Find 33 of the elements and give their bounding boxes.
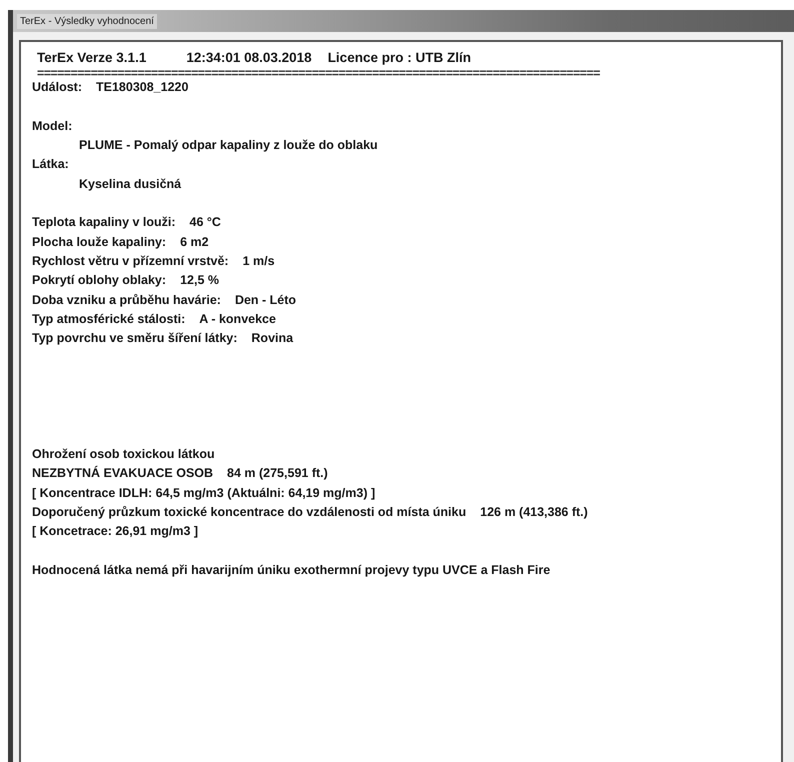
report-label: Plocha louže kapaliny: — [32, 234, 166, 251]
report-value: 126 m (413,386 ft.) — [480, 504, 588, 521]
report-value: Rovina — [251, 330, 294, 348]
report-label: Hodnocená látka nemá při havarijním úniku exothermní projevy typu UVCE a Flash Fire — [32, 562, 550, 579]
report-label: Model: — [32, 118, 72, 135]
report-label: Kyselina dusičná — [79, 176, 182, 193]
window-title: TerEx - Výsledky vyhodnocení — [17, 14, 157, 28]
report-header: TerEx Verze 3.1.1 — [37, 49, 146, 67]
report-label: [ Koncetrace: 26,91 mg/m3 ] — [32, 523, 198, 540]
report-label: Doporučený průzkum toxické koncentrace do vzdálenosti od místa úniku — [32, 504, 466, 521]
report-value: 12,5 % — [180, 272, 219, 290]
report-value: TE180308_1220 — [96, 79, 188, 96]
report-value: Den - Léto — [234, 292, 296, 309]
report-value: 84 m (275,591 ft.) — [227, 465, 328, 482]
report-label: NEZBYTNÁ EVAKUACE OSOB — [32, 464, 214, 482]
report-value: 6 m2 — [180, 234, 209, 251]
report-label: Typ povrchu ve směru šíření látky: — [32, 330, 238, 348]
report-label: Látka: — [32, 156, 69, 174]
report-value: 1 m/s — [242, 252, 275, 270]
report-value: 46 °C — [190, 214, 221, 232]
report-label: Rychlost větru v přízemní vrstvě: — [32, 252, 229, 270]
separator-line: ==================================================================================== — [36, 67, 600, 78]
report-label: Událost: — [32, 79, 82, 96]
report-label: PLUME - Pomalý odpar kapaliny z louže do oblaku — [79, 137, 378, 154]
report-header: 12:34:01 08.03.2018 — [186, 49, 312, 67]
report-label: Pokrytí oblohy oblaky: — [32, 272, 166, 290]
report-label: Doba vzniku a průběhu havárie: — [32, 292, 221, 309]
report-label: Typ atmosférické stálosti: — [32, 310, 186, 328]
report-label: Ohrožení osob toxickou látkou — [32, 446, 215, 463]
report-header: Licence pro : UTB Zlín — [328, 49, 471, 67]
report-value: A - konvekce — [199, 310, 276, 328]
report-label: Teplota kapaliny v louži: — [32, 214, 176, 232]
report-label: [ Koncentrace IDLH: 64,5 mg/m3 (Aktuálni: 64,19 mg/m3) ] — [32, 484, 376, 502]
